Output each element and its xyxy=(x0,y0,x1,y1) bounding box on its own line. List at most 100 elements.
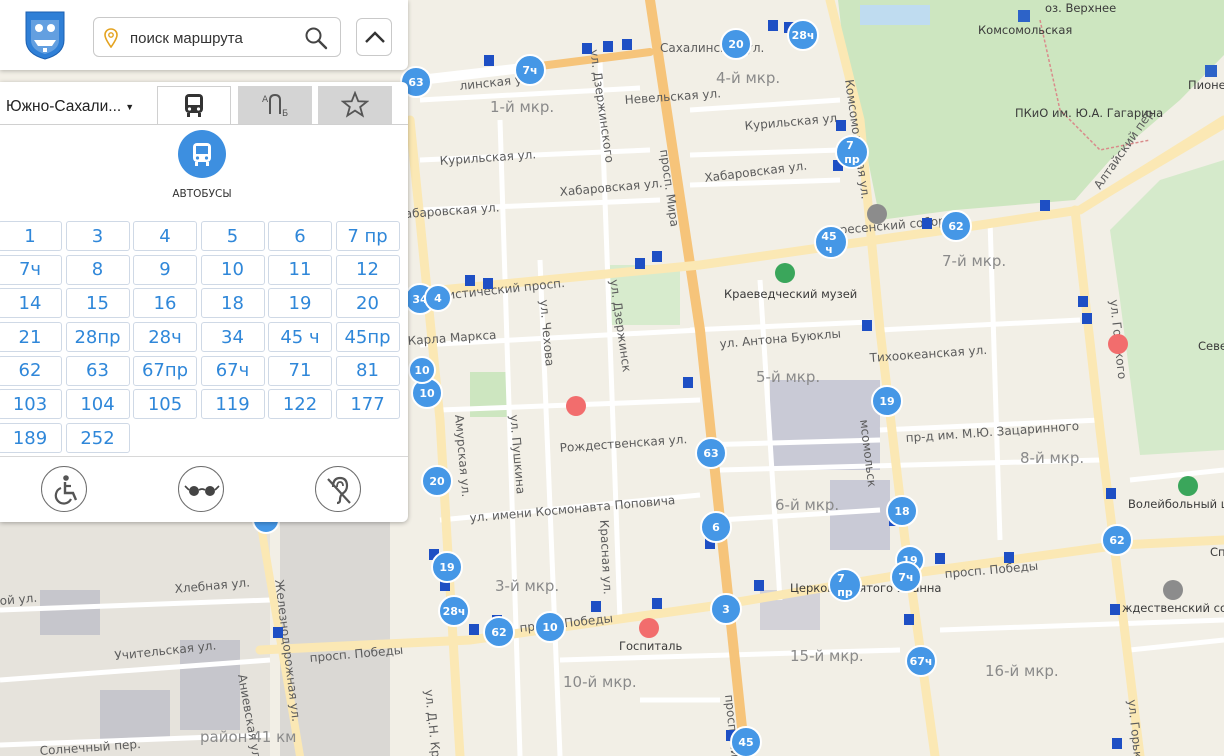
route-button[interactable]: 1 xyxy=(0,221,62,251)
route-marker: 7пр xyxy=(835,135,869,169)
route-button[interactable]: 21 xyxy=(0,322,62,353)
svg-text:пр: пр xyxy=(837,586,853,599)
route-button[interactable]: 3 xyxy=(65,221,130,251)
route-button[interactable]: 45 ч xyxy=(268,322,332,353)
search-icon[interactable] xyxy=(304,26,328,50)
route-button[interactable]: 20 xyxy=(335,288,400,319)
hearing-filter-button[interactable] xyxy=(315,466,361,512)
svg-text:10: 10 xyxy=(419,387,435,400)
park-patch-3 xyxy=(860,5,930,25)
tab-favorites[interactable] xyxy=(318,86,392,124)
svg-text:19: 19 xyxy=(879,395,894,408)
route-search-input[interactable] xyxy=(128,24,302,52)
svg-text:Госпиталь: Госпиталь xyxy=(619,639,682,653)
route-button[interactable]: 63 xyxy=(65,355,130,386)
city-logo[interactable] xyxy=(24,10,66,60)
city-selector[interactable]: Южно-Сахали... ▼ xyxy=(0,88,155,126)
route-button[interactable]: 67пр xyxy=(133,355,197,386)
svg-text:Пионе: Пионе xyxy=(1188,78,1224,92)
church-icon xyxy=(1163,580,1183,600)
low-vision-filter-button[interactable] xyxy=(178,466,224,512)
route-button[interactable]: 7 пр xyxy=(335,221,400,251)
route-button[interactable]: 81 xyxy=(335,355,400,386)
svg-text:A: A xyxy=(262,95,269,105)
route-button[interactable]: 14 xyxy=(0,288,62,319)
collapse-panel-button[interactable] xyxy=(356,18,392,56)
route-marker: 62 xyxy=(483,616,515,648)
route-marker: 45 xyxy=(730,726,762,756)
route-button[interactable]: 45пр xyxy=(335,322,400,353)
route-marker: 62 xyxy=(940,210,972,242)
route-button[interactable]: 10 xyxy=(200,254,265,285)
wheelchair-filter-button[interactable] xyxy=(41,466,87,512)
route-marker: 28ч xyxy=(438,595,470,627)
route-button[interactable]: 9 xyxy=(133,254,197,285)
svg-text:район 41 км: район 41 км xyxy=(200,728,296,746)
route-button[interactable]: 12 xyxy=(335,254,400,285)
svg-text:7: 7 xyxy=(837,572,845,585)
route-button[interactable]: 67ч xyxy=(200,355,265,386)
svg-text:7-й мкр.: 7-й мкр. xyxy=(942,252,1006,270)
route-button[interactable]: 189 xyxy=(0,423,62,454)
route-button[interactable]: 4 xyxy=(133,221,197,251)
svg-text:Комсомольская: Комсомольская xyxy=(978,23,1072,37)
caret-down-icon: ▼ xyxy=(125,102,135,112)
route-marker: 7ч xyxy=(514,54,546,86)
svg-text:Краеведческий музей: Краеведческий музей xyxy=(724,287,857,301)
star-icon xyxy=(341,91,369,118)
route-button[interactable]: 5 xyxy=(200,221,265,251)
route-button[interactable]: 62 xyxy=(0,355,62,386)
svg-text:7ч: 7ч xyxy=(898,571,913,584)
route-marker: 7ч xyxy=(890,561,922,593)
route-button[interactable]: 28пр xyxy=(65,322,130,353)
route-button[interactable]: 104 xyxy=(65,389,130,420)
route-marker: 18 xyxy=(886,495,918,527)
bus-mode-button[interactable] xyxy=(178,130,226,178)
route-button[interactable]: 122 xyxy=(268,389,332,420)
route-marker: 67ч xyxy=(905,645,937,677)
route-button[interactable]: 28ч xyxy=(133,322,197,353)
svg-text:63: 63 xyxy=(703,447,718,460)
svg-text:3: 3 xyxy=(722,603,730,616)
svg-text:28ч: 28ч xyxy=(792,29,815,42)
route-button[interactable]: 19 xyxy=(268,288,332,319)
route-ab-icon: A Б xyxy=(262,93,288,118)
svg-text:16-й мкр.: 16-й мкр. xyxy=(985,662,1059,680)
route-button[interactable]: 71 xyxy=(268,355,332,386)
route-marker: 20 xyxy=(421,465,453,497)
route-marker: 10 xyxy=(534,611,566,643)
tab-route-planner[interactable]: A Б xyxy=(238,86,312,124)
route-button[interactable]: 105 xyxy=(133,389,197,420)
panel-divider xyxy=(0,456,408,457)
svg-text:18: 18 xyxy=(894,505,909,518)
route-button[interactable]: 177 xyxy=(335,389,400,420)
svg-text:пр: пр xyxy=(844,153,860,166)
route-button[interactable]: 8 xyxy=(65,254,130,285)
svg-text:28ч: 28ч xyxy=(443,605,466,618)
route-button[interactable]: 7ч xyxy=(0,254,62,285)
route-button[interactable]: 11 xyxy=(268,254,332,285)
low-vision-glasses-icon xyxy=(184,485,220,496)
route-button[interactable]: 18 xyxy=(200,288,265,319)
mode-label: АВТОБУСЫ xyxy=(172,188,232,200)
route-button[interactable]: 103 xyxy=(0,389,62,420)
route-button[interactable]: 15 xyxy=(65,288,130,319)
search-box[interactable] xyxy=(93,17,341,57)
svg-text:62: 62 xyxy=(491,626,506,639)
route-marker: 7пр xyxy=(828,568,862,602)
route-marker: 62 xyxy=(1101,524,1133,556)
svg-text:20: 20 xyxy=(728,38,744,51)
route-button[interactable]: 34 xyxy=(200,322,265,353)
svg-text:7: 7 xyxy=(846,139,854,152)
svg-text:4-й мкр.: 4-й мкр. xyxy=(716,69,780,87)
route-button[interactable]: 16 xyxy=(133,288,197,319)
route-button[interactable]: 252 xyxy=(65,423,130,454)
route-marker: 4 xyxy=(424,284,452,312)
svg-text:1-й мкр.: 1-й мкр. xyxy=(490,98,554,116)
svg-text:оз. Верхнее: оз. Верхнее xyxy=(1045,1,1116,15)
route-button[interactable]: 6 xyxy=(268,221,332,251)
svg-text:10: 10 xyxy=(542,621,558,634)
route-button[interactable]: 119 xyxy=(200,389,265,420)
tab-buses[interactable] xyxy=(157,86,231,124)
svg-text:Севе: Севе xyxy=(1198,339,1224,353)
